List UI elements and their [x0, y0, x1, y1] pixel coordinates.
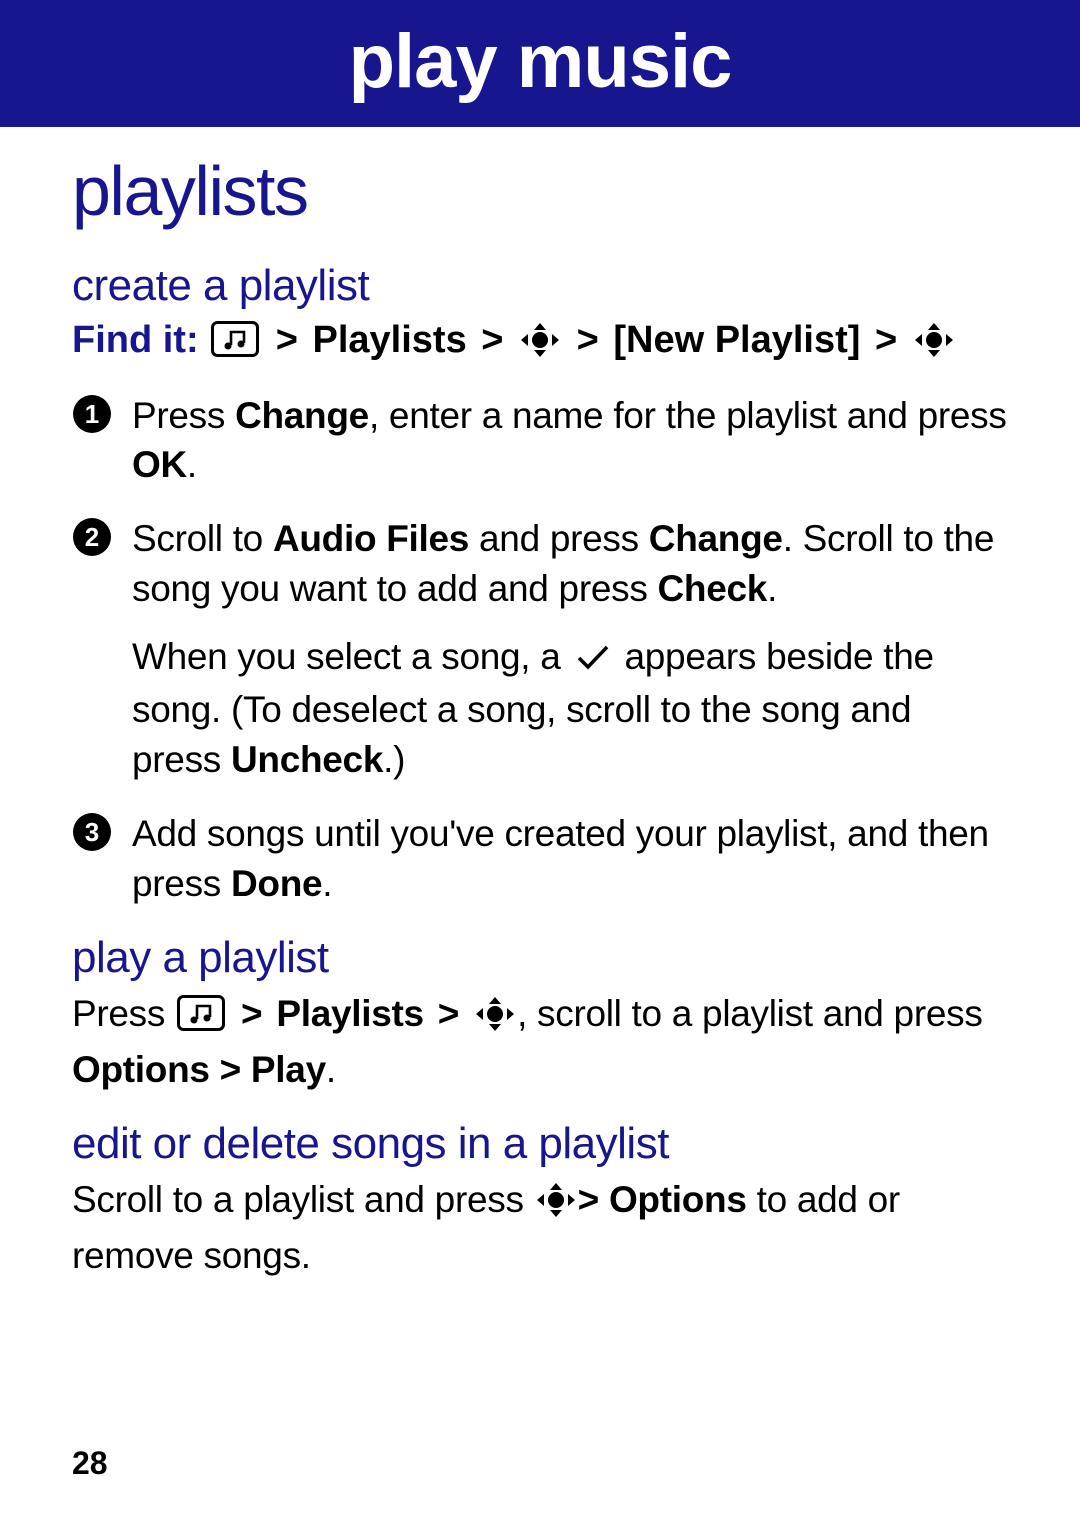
ok-label: OK [132, 444, 187, 485]
find-it-label: Find it: [72, 319, 199, 361]
gt: > [424, 993, 473, 1034]
step-number-icon: 2 [72, 517, 116, 557]
step-1-body: Press Change, enter a name for the playl… [132, 391, 1008, 491]
gt: > [578, 1179, 609, 1220]
text: When you select a song, a [132, 636, 571, 677]
gt: > [573, 319, 614, 361]
nav-center-icon [536, 1181, 576, 1231]
heading-play: play a playlist [72, 933, 1008, 983]
play-paragraph: Press > Playlists > , scroll to a playli… [72, 989, 1008, 1095]
step-number-icon: 1 [72, 394, 116, 434]
svg-text:3: 3 [85, 817, 99, 847]
gt: > [871, 319, 912, 361]
content: playlists create a playlist Find it: > P… [0, 127, 1080, 1281]
gt: > [272, 319, 313, 361]
text: and press [469, 518, 649, 559]
change-label: Change [649, 518, 783, 559]
text: Press [132, 395, 235, 436]
nav-center-icon [475, 995, 515, 1045]
step-number-icon: 3 [72, 812, 116, 852]
text: , scroll to a playlist and press [517, 993, 982, 1034]
gt: > [477, 319, 518, 361]
step-3: 3 Add songs until you've created your pl… [72, 809, 1008, 909]
uncheck-label: Uncheck [231, 739, 383, 780]
text: Press [72, 993, 175, 1034]
step-2-body: Scroll to Audio Files and press Change. … [132, 514, 1008, 785]
audio-files-label: Audio Files [273, 518, 469, 559]
steps-list: 1 Press Change, enter a name for the pla… [72, 391, 1008, 909]
find-it-line: Find it: > Playlists > > [New Playlist] [72, 317, 1008, 371]
heading-create: create a playlist [72, 261, 1008, 311]
text: Scroll to a playlist and press [72, 1179, 534, 1220]
gt: > [237, 993, 276, 1034]
section-title: playlists [72, 151, 1008, 231]
change-label: Change [235, 395, 369, 436]
edit-paragraph: Scroll to a playlist and press > Options… [72, 1175, 1008, 1281]
nav-playlists: Playlists [313, 319, 467, 361]
text: , enter a name for the playlist and pres… [369, 395, 1007, 436]
step-3-body: Add songs until you've created your play… [132, 809, 1008, 909]
text: . [326, 1049, 336, 1090]
text: Scroll to [132, 518, 273, 559]
page-number: 28 [72, 1445, 108, 1482]
text: . [322, 863, 332, 904]
step-2: 2 Scroll to Audio Files and press Change… [72, 514, 1008, 785]
banner: play music [0, 0, 1080, 127]
nav-center-icon [520, 322, 560, 371]
text: . [187, 444, 197, 485]
music-icon [177, 994, 225, 1044]
music-icon [211, 321, 259, 370]
text: .) [383, 739, 405, 780]
checkmark-icon [575, 635, 611, 685]
playlists-label: Playlists [276, 993, 423, 1034]
heading-edit: edit or delete songs in a playlist [72, 1119, 1008, 1169]
banner-title: play music [349, 19, 732, 104]
options-label: Options [609, 1179, 747, 1220]
nav-new-playlist: [New Playlist] [613, 319, 860, 361]
svg-text:1: 1 [85, 399, 99, 429]
svg-text:2: 2 [85, 522, 99, 552]
nav-center-icon [914, 322, 954, 371]
check-label: Check [658, 568, 768, 609]
text: . [767, 568, 777, 609]
step-1: 1 Press Change, enter a name for the pla… [72, 391, 1008, 491]
done-label: Done [231, 863, 322, 904]
options-play-label: Options > Play [72, 1049, 326, 1090]
